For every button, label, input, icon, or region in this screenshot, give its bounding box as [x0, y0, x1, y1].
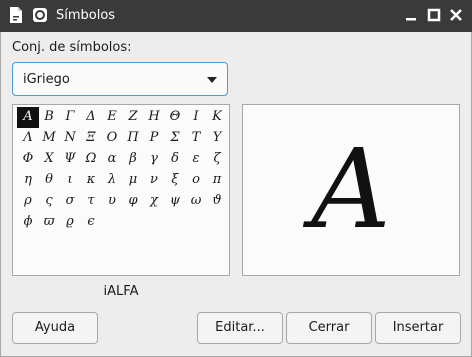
symbol-cell[interactable]: ρ [17, 191, 39, 212]
symbol-cell[interactable]: μ [122, 170, 144, 191]
symbol-cell[interactable]: π [206, 170, 228, 191]
document-icon[interactable] [8, 6, 24, 24]
symbol-cell[interactable]: η [17, 170, 39, 191]
symbol-cell[interactable]: Δ [80, 107, 102, 128]
symbol-set-select[interactable]: iGriego [12, 62, 228, 96]
symbol-cell[interactable]: Ι [185, 107, 207, 128]
symbol-cell[interactable]: ο [185, 170, 207, 191]
symbol-cell[interactable]: Μ [38, 128, 60, 149]
symbol-cell[interactable]: Η [143, 107, 165, 128]
symbol-cell[interactable]: Ξ [80, 128, 102, 149]
symbol-cell[interactable]: ε [185, 149, 207, 170]
symbol-cell[interactable]: Ω [80, 149, 102, 170]
symbol-cell[interactable]: β [122, 149, 144, 170]
symbol-cell[interactable]: Σ [164, 128, 186, 149]
symbol-cell[interactable]: ν [143, 170, 165, 191]
symbol-cell[interactable]: υ [101, 191, 123, 212]
minimize-button[interactable] [401, 5, 421, 25]
symbol-set-label: Conj. de símbolos: [12, 40, 132, 55]
symbol-cell[interactable]: ϕ [17, 212, 39, 233]
title-bar: Símbolos [0, 0, 472, 32]
insert-button[interactable]: Insertar [375, 312, 461, 344]
symbol-cell[interactable]: Φ [17, 149, 39, 170]
symbol-cell[interactable]: δ [164, 149, 186, 170]
symbol-cell[interactable]: Π [122, 128, 144, 149]
symbol-cell[interactable]: Ζ [122, 107, 144, 128]
libreoffice-icon[interactable] [32, 6, 48, 24]
symbol-cell[interactable]: ϱ [59, 212, 81, 233]
symbol-cell[interactable]: ϵ [80, 212, 102, 233]
symbol-cell[interactable]: τ [80, 191, 102, 212]
symbol-cell[interactable]: Ε [101, 107, 123, 128]
chevron-down-icon [207, 77, 217, 83]
edit-button[interactable]: Editar... [197, 312, 283, 344]
symbol-cell[interactable]: Β [38, 107, 60, 128]
symbol-cell[interactable]: σ [59, 191, 81, 212]
symbol-cell[interactable]: Κ [206, 107, 228, 128]
symbol-cell[interactable]: Α [17, 107, 39, 128]
symbol-cell[interactable]: Ο [101, 128, 123, 149]
symbol-cell[interactable]: χ [143, 191, 165, 212]
window-title: Símbolos [56, 8, 116, 23]
close-window-button[interactable] [446, 5, 466, 25]
symbol-cell[interactable]: Ρ [143, 128, 165, 149]
symbol-cell[interactable]: Τ [185, 128, 207, 149]
maximize-button[interactable] [424, 5, 444, 25]
symbol-cell[interactable]: Λ [17, 128, 39, 149]
symbol-cell[interactable]: Θ [164, 107, 186, 128]
symbol-cell[interactable]: Γ [59, 107, 81, 128]
symbol-cell[interactable]: ω [185, 191, 207, 212]
symbol-cell[interactable]: φ [122, 191, 144, 212]
symbol-cell[interactable]: ς [38, 191, 60, 212]
symbol-cell[interactable]: Ν [59, 128, 81, 149]
help-button[interactable]: Ayuda [12, 312, 98, 344]
symbol-set-value: iGriego [23, 72, 70, 87]
symbol-cell[interactable]: ι [59, 170, 81, 191]
symbol-cell[interactable]: ϖ [38, 212, 60, 233]
preview-glyph: Α [311, 125, 391, 253]
symbol-name: iALFA [103, 284, 139, 299]
symbol-preview: Α [242, 104, 460, 276]
close-button[interactable]: Cerrar [286, 312, 372, 344]
symbol-cell[interactable]: Χ [38, 149, 60, 170]
symbol-cell[interactable]: γ [143, 149, 165, 170]
symbol-cell[interactable]: κ [80, 170, 102, 191]
symbol-cell[interactable]: θ [38, 170, 60, 191]
symbol-cell[interactable]: ϑ [206, 191, 228, 212]
symbol-cell[interactable]: ζ [206, 149, 228, 170]
symbol-cell[interactable]: λ [101, 170, 123, 191]
symbol-grid[interactable]: ΑΒΓΔΕΖΗΘΙΚ ΛΜΝΞΟΠΡΣΤΥ ΦΧΨΩαβγδεζ ηθικλμνξοπ… [12, 104, 230, 276]
symbol-cell[interactable]: ψ [164, 191, 186, 212]
symbol-cell[interactable]: ξ [164, 170, 186, 191]
symbol-cell[interactable]: Υ [206, 128, 228, 149]
symbol-cell[interactable]: α [101, 149, 123, 170]
symbol-cell[interactable]: Ψ [59, 149, 81, 170]
